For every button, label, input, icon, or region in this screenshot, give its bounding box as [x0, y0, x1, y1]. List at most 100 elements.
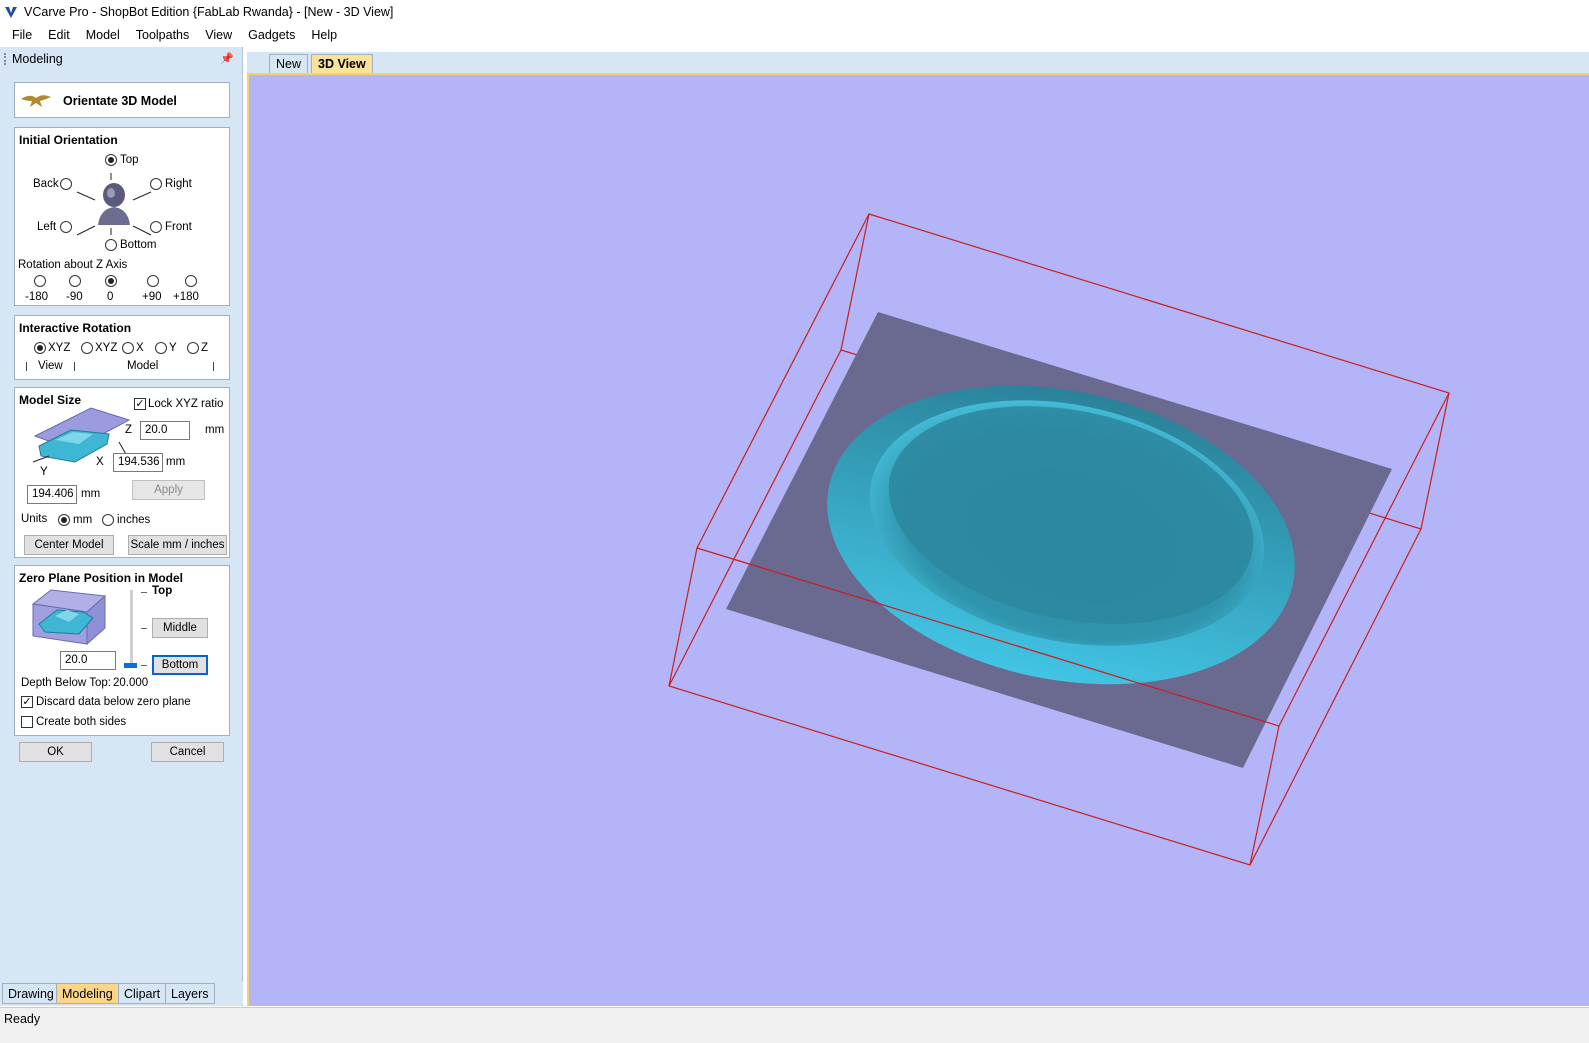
cancel-button[interactable]: Cancel [151, 742, 224, 762]
vcarve-logo-icon [5, 7, 17, 18]
orientation-top-label: Top [120, 154, 139, 166]
x-axis-label: X [96, 456, 104, 468]
z-unit-label: mm [205, 424, 225, 436]
rotation-x-label: X [136, 342, 144, 354]
view-group-label: View [38, 360, 63, 372]
document-tabs: New 3D View [247, 52, 1589, 73]
zero-plane-middle-button[interactable]: Middle [152, 618, 208, 638]
rotation-minus180-label: -180 [25, 291, 49, 303]
tab-drawing[interactable]: Drawing [2, 983, 60, 1004]
rotation-minus180-radio[interactable] [34, 275, 46, 287]
y-axis-label: Y [40, 466, 48, 478]
orientation-front-radio[interactable] [150, 221, 162, 233]
orientation-top-radio[interactable] [105, 154, 117, 166]
top-tick [141, 592, 147, 593]
pane-title: Modeling [12, 52, 63, 66]
rotation-plus90-label: +90 [142, 291, 162, 303]
interactive-rotation-title: Interactive Rotation [19, 321, 132, 335]
status-bar: Ready [0, 1007, 1589, 1043]
bust-model-icon [98, 183, 130, 225]
units-mm-label: mm [73, 514, 93, 526]
tab-modeling[interactable]: Modeling [56, 983, 119, 1004]
pin-icon[interactable]: 📌 [220, 52, 234, 65]
zero-plane-car-icon [31, 589, 107, 646]
orientation-left-label: Left [37, 221, 57, 233]
apply-button[interactable]: Apply [132, 480, 205, 500]
units-mm-radio[interactable] [58, 514, 70, 526]
scale-units-button[interactable]: Scale mm / inches [128, 535, 227, 555]
create-both-sides-label: Create both sides [36, 716, 127, 728]
menu-gadgets[interactable]: Gadgets [240, 28, 303, 42]
rotation-plus180-label: +180 [173, 291, 199, 303]
rotation-plus90-radio[interactable] [147, 275, 159, 287]
menu-help[interactable]: Help [303, 28, 345, 42]
pane-tabs: Drawing Modeling Clipart Layers [0, 981, 243, 1005]
status-text: Ready [4, 1012, 41, 1026]
menu-file[interactable]: File [4, 28, 40, 42]
x-size-input[interactable]: 194.536 [113, 453, 163, 472]
rotation-z-axis-label: Z [201, 342, 209, 354]
tab-new[interactable]: New [269, 54, 309, 73]
rotation-view-xyz-radio[interactable] [34, 342, 46, 354]
y-size-input[interactable]: 194.406 [27, 485, 77, 504]
pane-header: Modeling 📌 [0, 47, 242, 71]
window-title: VCarve Pro - ShopBot Edition {FabLab Rwa… [24, 5, 394, 19]
menu-bar: File Edit Model Toolpaths View Gadgets H… [0, 24, 1589, 46]
rotation-model-xyz-radio[interactable] [81, 342, 93, 354]
menu-model[interactable]: Model [78, 28, 128, 42]
initial-orientation-group: Initial Orientation Top Back Right Left … [14, 127, 230, 306]
menu-toolpaths[interactable]: Toolpaths [128, 28, 198, 42]
rotation-x-radio[interactable] [122, 342, 134, 354]
eagle-icon [21, 95, 51, 107]
rotation-plus180-radio[interactable] [185, 275, 197, 287]
middle-tick [141, 628, 147, 629]
3d-viewport[interactable] [247, 73, 1589, 1006]
y-unit-label: mm [81, 488, 101, 500]
create-both-sides-checkbox[interactable] [21, 716, 33, 728]
view-divider [26, 362, 27, 371]
rotation-y-label: Y [169, 342, 177, 354]
z-axis-label: Z [125, 424, 133, 436]
menu-view[interactable]: View [197, 28, 240, 42]
lock-xyz-checkbox[interactable]: ✓ [134, 398, 146, 410]
rotation-model-xyz-label: XYZ [95, 342, 118, 354]
rotation-0-label: 0 [107, 291, 114, 303]
discard-below-zero-checkbox[interactable]: ✓ [21, 696, 33, 708]
units-inches-radio[interactable] [102, 514, 114, 526]
rotation-z-radio[interactable] [187, 342, 199, 354]
drag-grip-icon[interactable] [4, 53, 6, 65]
zero-plane-bottom-button[interactable]: Bottom [152, 655, 208, 675]
tab-layers[interactable]: Layers [165, 983, 215, 1004]
zero-plane-group: Zero Plane Position in Model Top Middle … [14, 565, 230, 736]
zero-plane-slider-thumb[interactable] [124, 663, 137, 668]
orientation-back-radio[interactable] [60, 178, 72, 190]
menu-edit[interactable]: Edit [40, 28, 78, 42]
tab-clipart[interactable]: Clipart [118, 983, 167, 1004]
orientation-back-label: Back [33, 178, 59, 190]
orientation-left-radio[interactable] [60, 221, 72, 233]
zero-plane-value-input[interactable]: 20.0 [60, 651, 116, 670]
orientation-bottom-radio[interactable] [105, 239, 117, 251]
orientation-front-label: Front [165, 221, 192, 233]
rotation-minus90-radio[interactable] [69, 275, 81, 287]
x-unit-label: mm [166, 456, 186, 468]
center-model-button[interactable]: Center Model [24, 535, 114, 555]
3d-scene[interactable] [249, 75, 1589, 1006]
rotation-minus90-label: -90 [66, 291, 83, 303]
depth-below-top-value: 20.000 [113, 677, 149, 689]
bottom-tick [141, 665, 147, 666]
orientation-right-radio[interactable] [150, 178, 162, 190]
z-size-input[interactable]: 20.0 [140, 421, 190, 440]
lock-xyz-label: Lock XYZ ratio [148, 398, 224, 410]
orientation-bottom-label: Bottom [120, 239, 157, 251]
depth-below-top-label: Depth Below Top: [21, 677, 111, 689]
tab-3d-view[interactable]: 3D View [311, 54, 373, 73]
model-group-label: Model [127, 360, 159, 372]
rotation-y-radio[interactable] [155, 342, 167, 354]
model-size-title: Model Size [19, 393, 82, 407]
rotation-0-radio[interactable] [105, 275, 117, 287]
modeling-pane: Modeling 📌 Orientate 3D Model Initial Or… [0, 47, 243, 1006]
zero-plane-top-label: Top [152, 585, 173, 597]
discard-below-zero-label: Discard data below zero plane [36, 696, 191, 708]
ok-button[interactable]: OK [19, 742, 92, 762]
